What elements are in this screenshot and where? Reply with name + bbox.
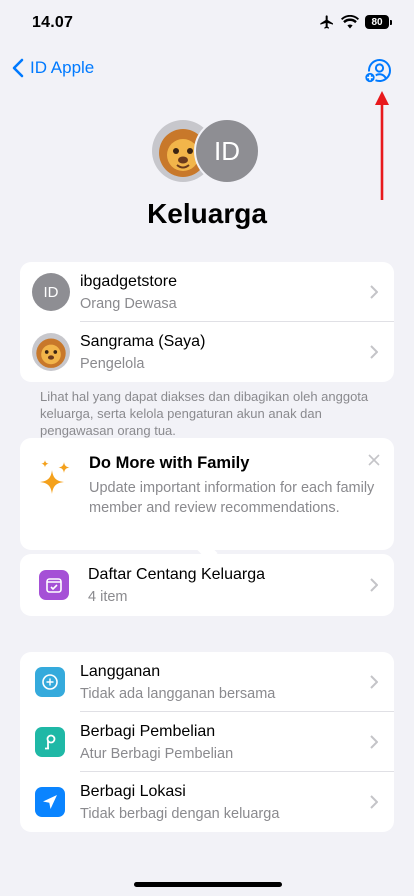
service-title: Berbagi Pembelian	[80, 722, 216, 740]
chevron-left-icon	[12, 58, 24, 78]
chevron-right-icon	[370, 345, 378, 359]
family-checklist-row[interactable]: Daftar Centang Keluarga 4 item	[20, 554, 394, 616]
purchase-sharing-icon	[35, 727, 65, 757]
member-row-ibgadgetstore[interactable]: ID ibgadgetstore Orang Dewasa	[20, 262, 394, 322]
subscription-glyph-icon	[42, 674, 58, 690]
family-checklist-card: Daftar Centang Keluarga 4 item	[20, 554, 394, 616]
checklist-glyph-icon	[46, 578, 62, 593]
service-sub: Tidak berbagi dengan keluarga	[80, 805, 280, 822]
family-avatars: ID	[150, 118, 262, 184]
service-title: Langganan	[80, 662, 161, 680]
member-name: ibgadgetstore	[80, 272, 177, 290]
service-sub: Tidak ada langganan bersama	[80, 685, 276, 702]
checklist-icon	[39, 570, 69, 600]
purchase-sharing-glyph-icon	[45, 734, 56, 750]
home-indicator[interactable]	[134, 882, 282, 887]
checklist-title: Daftar Centang Keluarga	[88, 565, 265, 583]
member-role: Pengelola	[80, 355, 145, 372]
family-footnote: Lihat hal yang dapat diakses dan dibagik…	[40, 389, 369, 438]
battery-tip	[390, 19, 392, 25]
airplane-icon	[320, 15, 333, 29]
location-arrow-icon	[35, 787, 65, 817]
chevron-right-icon	[370, 675, 378, 689]
location-sharing-row[interactable]: Berbagi Lokasi Tidak berbagi dengan kelu…	[20, 772, 394, 832]
chevron-right-icon	[370, 285, 378, 299]
sparkles-icon	[40, 460, 70, 494]
checklist-count: 4 item	[88, 588, 128, 605]
close-icon[interactable]	[368, 454, 380, 466]
add-family-member-button[interactable]	[363, 58, 392, 86]
purchase-sharing-row[interactable]: Berbagi Pembelian Atur Berbagi Pembelian	[20, 712, 394, 772]
subscription-icon	[35, 667, 65, 697]
do-more-with-family-tip[interactable]: Do More with Family Update important inf…	[20, 438, 394, 550]
member-role: Orang Dewasa	[80, 295, 177, 312]
page-title: Keluarga	[147, 198, 267, 229]
member-avatar: ID	[32, 273, 70, 311]
status-icons: 80	[319, 14, 392, 30]
member-row-sangrama[interactable]: Sangrama (Saya) Pengelola	[20, 322, 394, 382]
subscriptions-row[interactable]: Langganan Tidak ada langganan bersama	[20, 652, 394, 712]
chevron-right-icon	[370, 795, 378, 809]
status-time: 14.07	[32, 14, 74, 31]
battery-level: 80	[365, 15, 389, 29]
tip-body: Update important information for each fa…	[89, 480, 375, 516]
service-title: Berbagi Lokasi	[80, 782, 186, 800]
annotation-arrow	[375, 91, 389, 200]
location-arrow-glyph-icon	[43, 795, 57, 809]
person-add-icon	[363, 59, 391, 84]
member-name: Sangrama (Saya)	[80, 332, 206, 350]
chevron-right-icon	[370, 735, 378, 749]
back-label: ID Apple	[30, 58, 95, 77]
family-services-list: Langganan Tidak ada langganan bersama Be…	[20, 652, 394, 832]
back-button[interactable]: ID Apple	[12, 58, 94, 78]
tip-title: Do More with Family	[89, 454, 250, 472]
member-lion-avatar	[32, 333, 70, 371]
wifi-icon	[341, 15, 359, 29]
family-members-list: ID ibgadgetstore Orang Dewasa Sangrama (…	[20, 262, 394, 382]
lion-icon	[36, 338, 66, 368]
service-sub: Atur Berbagi Pembelian	[80, 745, 234, 762]
id-initials-avatar: ID	[194, 118, 260, 184]
chevron-right-icon	[370, 578, 378, 592]
battery-indicator: 80	[365, 15, 392, 29]
status-bar: 14.07 80	[0, 0, 414, 48]
